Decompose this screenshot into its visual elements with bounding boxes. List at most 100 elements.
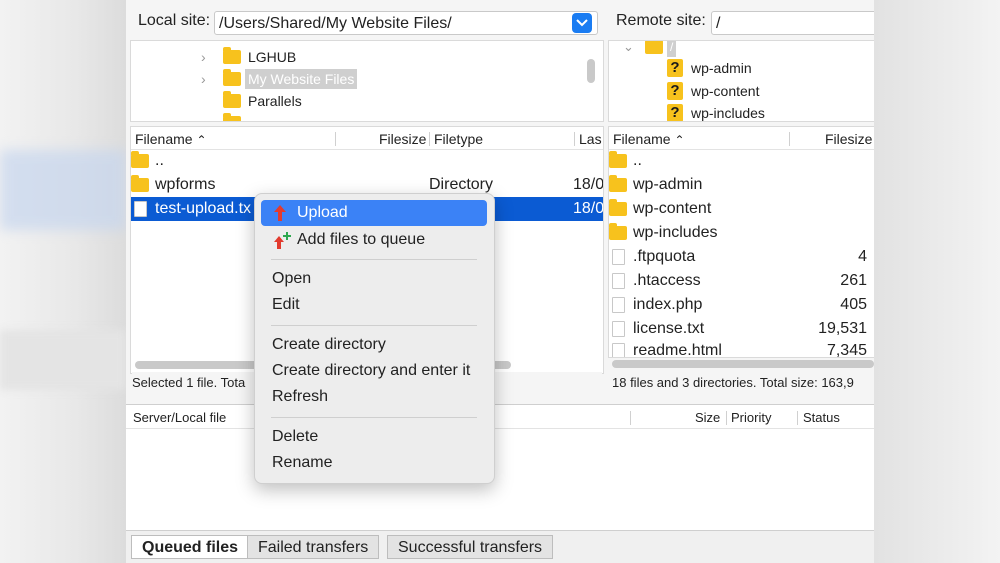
column-separator <box>574 132 575 146</box>
menu-item-create-directory-and-enter[interactable]: Create directory and enter it <box>261 358 487 384</box>
tree-item-label: / <box>667 41 677 57</box>
folder-icon <box>645 41 663 54</box>
column-filename[interactable]: Filename ⌃ <box>135 129 207 150</box>
menu-item-add-files-to-queue[interactable]: Add files to queue <box>261 227 487 253</box>
column-separator <box>429 132 430 146</box>
background-left <box>0 0 126 563</box>
file-size: 261 <box>840 272 867 289</box>
tree-item[interactable]: › LGHUB <box>201 47 296 67</box>
sort-ascending-icon: ⌃ <box>674 133 685 147</box>
column-filesize[interactable]: Filesize <box>825 129 872 149</box>
file-row[interactable]: .. <box>609 149 874 173</box>
file-size: 405 <box>840 296 867 313</box>
file-row[interactable]: readme.html 7,345 <box>609 339 874 358</box>
chevron-down-icon[interactable]: ⌄ <box>623 41 645 57</box>
folder-icon <box>131 151 149 168</box>
chevron-right-icon[interactable]: › <box>201 47 223 67</box>
menu-separator <box>271 259 477 260</box>
question-mark-folder-icon: ? <box>667 59 683 77</box>
menu-item-edit[interactable]: Edit <box>261 292 487 318</box>
file-name: index.php <box>633 296 703 313</box>
folder-icon <box>223 47 241 64</box>
menu-item-upload[interactable]: Upload <box>261 200 487 226</box>
ftp-client-window: Local site: /Users/Shared/My Website Fil… <box>126 0 874 563</box>
document-icon <box>612 249 625 265</box>
file-date: 18/0 <box>573 176 604 193</box>
local-site-label: Local site: <box>138 12 211 29</box>
tab-failed-transfers[interactable]: Failed transfers <box>247 535 380 559</box>
menu-item-label: Upload <box>297 204 348 221</box>
tree-item[interactable]: ? wp-content <box>667 81 759 101</box>
sort-ascending-icon: ⌃ <box>196 133 207 147</box>
menu-item-label: Add files to queue <box>297 231 426 248</box>
file-row[interactable]: .ftpquota 4 <box>609 245 874 269</box>
tab-queued-files[interactable]: Queued files <box>131 535 250 559</box>
file-name: .. <box>633 152 642 169</box>
file-name: .. <box>155 152 164 169</box>
tree-item[interactable]: ? wp-includes <box>667 103 765 121</box>
column-status[interactable]: Status <box>803 408 840 428</box>
tree-root[interactable]: ⌄ / <box>623 41 677 57</box>
file-row[interactable]: .htaccess 261 <box>609 269 874 293</box>
menu-item-label: Open <box>272 270 312 287</box>
menu-item-label: Refresh <box>272 388 329 405</box>
tree-item-label: wp-includes <box>691 105 765 121</box>
add-to-queue-icon <box>274 232 291 249</box>
column-separator <box>789 132 790 146</box>
file-row[interactable]: wp-includes <box>609 221 874 245</box>
menu-item-open[interactable]: Open <box>261 266 487 292</box>
file-name: wp-admin <box>633 176 703 193</box>
file-name: readme.html <box>633 342 722 358</box>
tree-item-selected[interactable]: › My Website Files <box>201 69 358 89</box>
file-row[interactable]: wp-admin <box>609 173 874 197</box>
menu-item-create-directory[interactable]: Create directory <box>261 332 487 358</box>
background-blur <box>0 150 126 230</box>
chevron-right-icon[interactable]: › <box>201 69 223 89</box>
file-row[interactable]: index.php 405 <box>609 293 874 317</box>
column-separator <box>335 132 336 146</box>
column-size[interactable]: Size <box>695 408 720 428</box>
folder-icon <box>223 113 241 121</box>
local-site-dropdown-button[interactable] <box>572 13 592 33</box>
file-size: 19,531 <box>818 320 867 337</box>
question-mark-folder-icon: ? <box>667 82 683 100</box>
tree-item-label: Parallels <box>248 93 302 109</box>
file-row[interactable]: .. <box>131 149 603 173</box>
vertical-scrollbar[interactable] <box>587 59 595 83</box>
menu-item-delete[interactable]: Delete <box>261 424 487 450</box>
remote-directory-tree: ⌄ / ? wp-admin ? wp-content ? wp-include… <box>608 40 874 122</box>
horizontal-scrollbar[interactable] <box>612 360 874 368</box>
queue-tabs: Queued files Failed transfers Successful… <box>126 530 874 563</box>
background-right <box>874 0 1000 563</box>
menu-separator <box>271 325 477 326</box>
folder-icon <box>223 69 241 86</box>
file-row[interactable]: wp-content <box>609 197 874 221</box>
menu-item-refresh[interactable]: Refresh <box>261 384 487 410</box>
column-filename[interactable]: Filename ⌃ <box>613 129 685 150</box>
menu-item-rename[interactable]: Rename <box>261 450 487 476</box>
tree-item[interactable]: ? wp-admin <box>667 58 752 78</box>
column-priority[interactable]: Priority <box>731 408 771 428</box>
file-name: test-upload.tx <box>155 200 252 217</box>
local-site-path-input[interactable]: /Users/Shared/My Website Files/ <box>214 11 598 35</box>
file-name: wp-includes <box>633 224 718 241</box>
menu-separator <box>271 417 477 418</box>
tree-item-label: My Website Files <box>245 69 358 89</box>
tab-successful-transfers[interactable]: Successful transfers <box>387 535 554 559</box>
file-size: 4 <box>858 248 867 265</box>
column-last-modified[interactable]: Las <box>579 129 602 149</box>
column-separator <box>797 411 798 425</box>
column-filesize[interactable]: Filesize <box>379 129 426 149</box>
tree-item[interactable]: Parallels <box>223 91 302 111</box>
menu-item-label: Delete <box>272 428 319 445</box>
file-row[interactable]: license.txt 19,531 <box>609 317 874 341</box>
menu-item-label: Rename <box>272 454 333 471</box>
column-filetype[interactable]: Filetype <box>434 129 483 149</box>
remote-site-path-input[interactable]: / <box>711 11 874 35</box>
upload-arrow-icon <box>274 205 286 221</box>
file-size: 7,345 <box>826 342 867 358</box>
column-separator <box>630 411 631 425</box>
column-server-local-file[interactable]: Server/Local file <box>133 408 226 428</box>
remote-site-label: Remote site: <box>616 12 706 29</box>
background-blur <box>0 330 126 390</box>
